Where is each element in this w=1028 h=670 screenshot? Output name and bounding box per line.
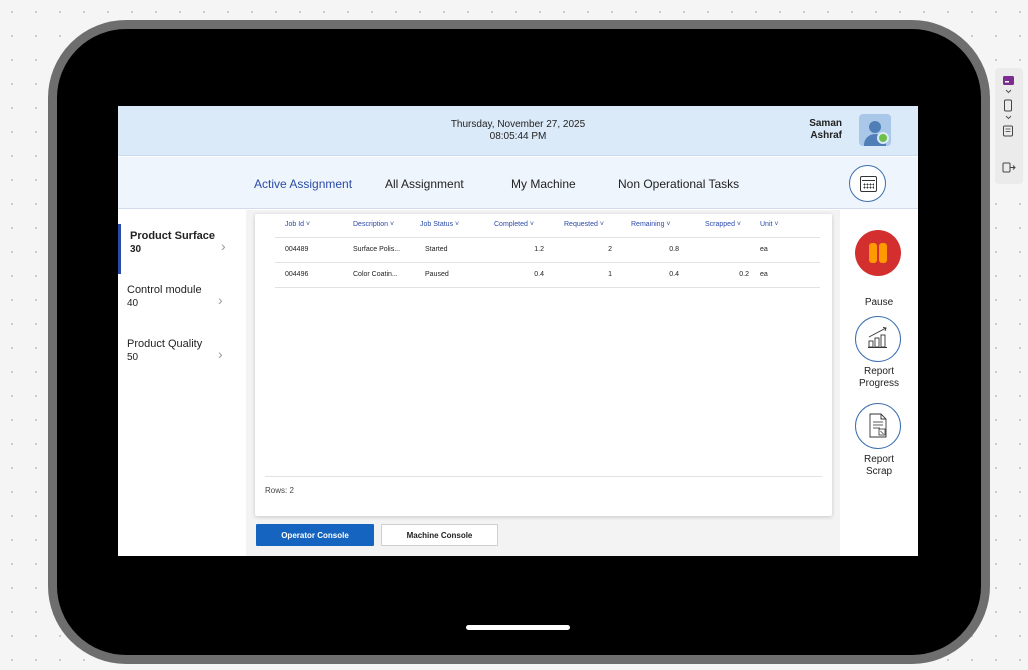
cell-job-id: 004496 <box>285 271 309 278</box>
scrap-document-icon <box>869 413 887 438</box>
chevron-right-icon: › <box>218 292 223 308</box>
progress-chart-icon <box>868 327 887 348</box>
column-header-unit[interactable]: Unit ˅ <box>760 221 779 228</box>
column-header-label: Job Status <box>420 221 454 228</box>
column-header-requested[interactable]: Requested ˅ <box>564 221 604 228</box>
column-header-label: Requested <box>564 221 598 228</box>
avatar[interactable] <box>859 114 891 146</box>
sidebar-item-count: 30 <box>130 244 142 255</box>
column-header-label: Job Id <box>285 221 305 228</box>
sidebar-item-product-surface[interactable]: Product Surface 30 › <box>118 224 246 274</box>
cell-requested: 2 <box>608 246 612 253</box>
table-row[interactable]: 004489 Surface Polis... Started 1.2 2 0.… <box>275 239 820 263</box>
cell-job-id: 004489 <box>285 246 309 253</box>
column-header-label: Unit <box>760 221 773 228</box>
chevron-right-icon: › <box>221 238 226 254</box>
report-scrap-label: Report Scrap <box>840 454 918 478</box>
tab-non-operational-tasks[interactable]: Non Operational Tasks <box>618 177 739 191</box>
chevron-down-icon: ˅ <box>306 221 311 228</box>
sidebar-item-control-module[interactable]: Control module 40 › <box>118 278 246 328</box>
chevron-right-icon: › <box>218 346 223 362</box>
action-panel: Pause Report Progress Report Scrap <box>840 210 918 556</box>
sidebar-item-count: 40 <box>127 298 139 309</box>
user-first-name: Saman <box>809 118 842 129</box>
sidebar-item-label: Product Quality <box>127 338 203 350</box>
chevron-down-icon: ˅ <box>455 221 460 228</box>
pause-label: Pause <box>864 297 894 308</box>
column-header-scrapped[interactable]: Scrapped ˅ <box>705 221 741 228</box>
sidebar-item-label: Product Surface <box>130 230 215 242</box>
rows-count: Rows: 2 <box>265 486 294 495</box>
tab-my-machine[interactable]: My Machine <box>511 177 576 191</box>
table-row[interactable]: 004496 Color Coatin... Paused 0.4 1 0.4 … <box>275 264 820 288</box>
header-time: 08:05:44 PM <box>489 131 547 142</box>
pause-icon <box>879 243 887 263</box>
column-header-remaining[interactable]: Remaining ˅ <box>631 221 671 228</box>
column-header-description[interactable]: Description ˅ <box>353 221 394 228</box>
sidebar-item-product-quality[interactable]: Product Quality 50 › <box>118 332 246 382</box>
machine-console-button[interactable]: Machine Console <box>381 524 498 546</box>
app-header: Thursday, November 27, 2025 08:05:44 PM … <box>118 106 918 156</box>
header-date: Thursday, November 27, 2025 <box>450 119 586 130</box>
column-header-job-status[interactable]: Job Status ˅ <box>420 221 459 228</box>
grid-footer-divider <box>265 476 822 477</box>
column-header-label: Description <box>353 221 389 228</box>
chevron-down-icon: ˅ <box>736 221 742 228</box>
cell-remaining: 0.4 <box>669 271 679 278</box>
calendar-button[interactable] <box>849 165 886 202</box>
operator-console-button[interactable]: Operator Console <box>256 524 374 546</box>
app-screen: Thursday, November 27, 2025 08:05:44 PM … <box>118 106 918 556</box>
cell-scrapped: 0.2 <box>739 271 749 278</box>
report-progress-label-line: Progress <box>858 378 899 389</box>
report-progress-label-line: Report <box>863 366 894 377</box>
chevron-down-icon: ˅ <box>529 221 534 228</box>
report-scrap-label-line: Scrap <box>865 466 893 477</box>
report-scrap-label-line: Report <box>863 454 894 465</box>
chevron-down-icon: ˅ <box>774 221 779 228</box>
column-header-completed[interactable]: Completed ˅ <box>494 221 534 228</box>
user-last-name: Ashraf <box>810 130 842 141</box>
cell-job-status: Paused <box>425 271 449 278</box>
pause-icon <box>869 243 877 263</box>
avatar-head <box>869 121 881 133</box>
sidebar: Product Surface 30 › Control module 40 ›… <box>118 210 246 556</box>
cell-completed: 1.2 <box>534 246 544 253</box>
calendar-icon <box>860 176 877 192</box>
jobs-grid: Job Id ˅ Description ˅ Job Status ˅ Comp… <box>255 214 832 516</box>
chevron-down-icon: ˅ <box>389 221 395 228</box>
cell-requested: 1 <box>608 271 612 278</box>
app-tile-icon[interactable] <box>1003 76 1014 85</box>
pause-button[interactable] <box>855 230 901 276</box>
cell-unit: ea <box>760 246 768 253</box>
tab-all-assignment[interactable]: All Assignment <box>385 177 464 191</box>
report-progress-button[interactable] <box>855 316 901 362</box>
cell-description: Color Coatin... <box>353 271 398 278</box>
tab-active-assignment[interactable]: Active Assignment <box>254 177 352 191</box>
column-header-job-id[interactable]: Job Id ˅ <box>285 221 310 228</box>
report-scrap-button[interactable] <box>855 403 901 449</box>
header-datetime: Thursday, November 27, 2025 08:05:44 PM <box>398 119 638 143</box>
nav-bar: Active Assignment All Assignment My Mach… <box>118 157 918 209</box>
sidebar-item-count: 50 <box>127 352 139 363</box>
column-header-label: Completed <box>494 221 528 228</box>
user-name: Saman Ashraf <box>762 118 842 142</box>
cell-completed: 0.4 <box>534 271 544 278</box>
cell-remaining: 0.8 <box>669 246 679 253</box>
chevron-down-icon: ˅ <box>666 221 671 228</box>
online-status-icon <box>877 132 889 144</box>
cell-unit: ea <box>760 271 768 278</box>
grid-header: Job Id ˅ Description ˅ Job Status ˅ Comp… <box>275 214 820 238</box>
cell-job-status: Started <box>425 246 448 253</box>
report-progress-label: Report Progress <box>840 366 918 390</box>
canvas-toolbar <box>995 68 1023 184</box>
sidebar-item-label: Control module <box>127 284 202 296</box>
chevron-down-icon: ˅ <box>599 221 604 228</box>
column-header-label: Scrapped <box>705 221 735 228</box>
column-header-label: Remaining <box>631 221 665 228</box>
cell-description: Surface Polis... <box>353 246 401 253</box>
